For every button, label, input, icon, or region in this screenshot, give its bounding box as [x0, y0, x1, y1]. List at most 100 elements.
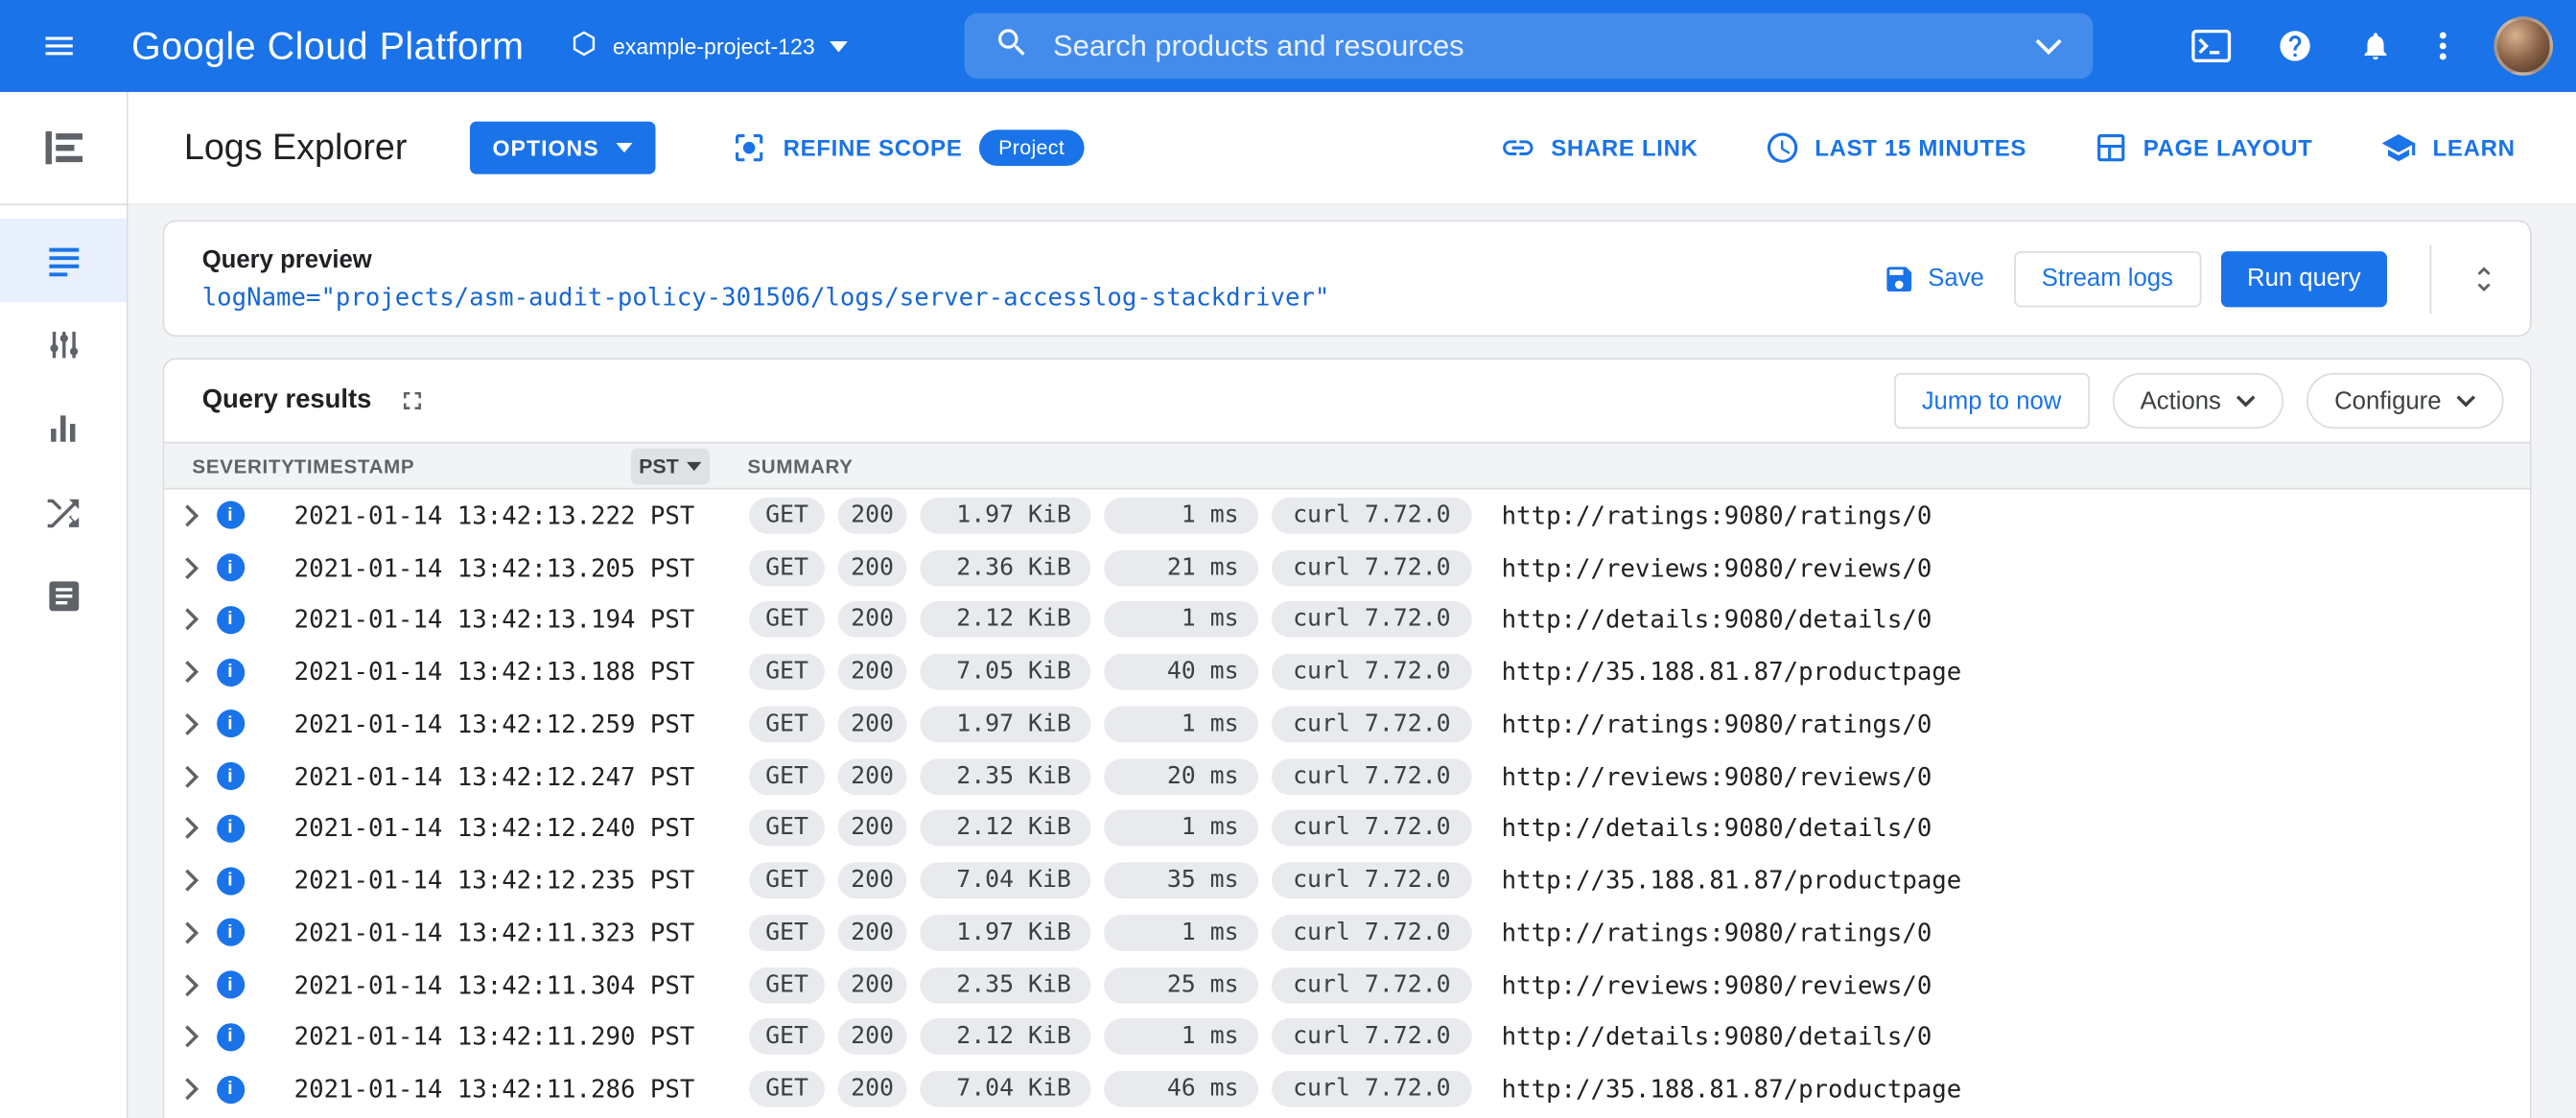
- user-agent-chip[interactable]: curl 7.72.0: [1271, 497, 1472, 534]
- expand-row-chevron-icon[interactable]: [173, 556, 209, 579]
- sidebar-item-logs-metrics[interactable]: [0, 386, 127, 470]
- http-status-chip[interactable]: 200: [837, 757, 907, 795]
- help-icon[interactable]: [2277, 28, 2313, 64]
- refine-scope-button[interactable]: REFINE SCOPE Project: [731, 129, 1085, 167]
- sidebar-item-logs-dashboard[interactable]: [0, 302, 127, 385]
- search-bar[interactable]: [964, 12, 2094, 80]
- learn-button[interactable]: LEARN: [2378, 129, 2516, 166]
- latency-chip[interactable]: 1 ms: [1104, 706, 1259, 743]
- log-row[interactable]: 2021-01-14 13:42:13.205 PST GET 200 2.36…: [164, 542, 2530, 594]
- user-agent-chip[interactable]: curl 7.72.0: [1271, 757, 1472, 795]
- response-size-chip[interactable]: 2.12 KiB: [920, 601, 1091, 639]
- notifications-bell-icon[interactable]: [2359, 28, 2392, 64]
- http-status-chip[interactable]: 200: [837, 497, 907, 534]
- response-size-chip[interactable]: 7.05 KiB: [920, 653, 1091, 690]
- response-size-chip[interactable]: 1.97 KiB: [920, 497, 1091, 534]
- expand-row-chevron-icon[interactable]: [173, 765, 209, 788]
- user-agent-chip[interactable]: curl 7.72.0: [1271, 1018, 1472, 1056]
- response-size-chip[interactable]: 1.97 KiB: [920, 914, 1091, 951]
- response-size-chip[interactable]: 1.97 KiB: [920, 706, 1091, 743]
- time-range-button[interactable]: LAST 15 MINUTES: [1764, 129, 2026, 166]
- latency-chip[interactable]: 20 ms: [1104, 757, 1259, 795]
- log-row[interactable]: 2021-01-14 13:42:12.247 PST GET 200 2.35…: [164, 750, 2530, 802]
- user-agent-chip[interactable]: curl 7.72.0: [1271, 862, 1472, 899]
- log-row[interactable]: 2021-01-14 13:42:11.286 PST GET 200 7.04…: [164, 1063, 2530, 1115]
- http-method-chip[interactable]: GET: [749, 706, 825, 743]
- expand-row-chevron-icon[interactable]: [173, 973, 209, 996]
- search-dropdown-icon[interactable]: [2034, 37, 2064, 56]
- http-method-chip[interactable]: GET: [749, 810, 825, 847]
- avatar[interactable]: [2494, 16, 2554, 76]
- jump-to-now-button[interactable]: Jump to now: [1893, 372, 2090, 430]
- latency-chip[interactable]: 25 ms: [1104, 967, 1259, 1004]
- fullscreen-icon[interactable]: [394, 383, 431, 419]
- http-method-chip[interactable]: GET: [749, 601, 825, 639]
- expand-row-chevron-icon[interactable]: [173, 504, 209, 527]
- http-method-chip[interactable]: GET: [749, 653, 825, 690]
- http-status-chip[interactable]: 200: [837, 601, 907, 639]
- user-agent-chip[interactable]: curl 7.72.0: [1271, 967, 1472, 1004]
- log-row[interactable]: 2021-01-14 13:42:12.240 PST GET 200 2.12…: [164, 803, 2530, 854]
- sidebar-item-logs-storage[interactable]: [0, 553, 127, 637]
- latency-chip[interactable]: 35 ms: [1104, 862, 1259, 899]
- expand-row-chevron-icon[interactable]: [173, 1078, 209, 1101]
- kebab-menu-icon[interactable]: [2438, 28, 2447, 64]
- http-method-chip[interactable]: GET: [749, 914, 825, 951]
- latency-chip[interactable]: 40 ms: [1104, 653, 1259, 690]
- log-row[interactable]: 2021-01-14 13:42:11.304 PST GET 200 2.35…: [164, 959, 2530, 1011]
- query-text[interactable]: logName="projects/asm-audit-policy-30150…: [202, 282, 1883, 312]
- sidebar-item-logs-explorer[interactable]: [0, 218, 127, 303]
- http-method-chip[interactable]: GET: [749, 757, 825, 795]
- project-switcher[interactable]: example-project-123: [570, 30, 848, 62]
- response-size-chip[interactable]: 7.04 KiB: [920, 1071, 1091, 1107]
- menu-icon[interactable]: [39, 26, 79, 65]
- http-status-chip[interactable]: 200: [837, 549, 907, 586]
- latency-chip[interactable]: 1 ms: [1104, 601, 1259, 639]
- user-agent-chip[interactable]: curl 7.72.0: [1271, 653, 1472, 690]
- expand-row-chevron-icon[interactable]: [173, 817, 209, 840]
- latency-chip[interactable]: 1 ms: [1104, 914, 1259, 951]
- expand-row-chevron-icon[interactable]: [173, 608, 209, 631]
- log-row[interactable]: 2021-01-14 13:42:13.194 PST GET 200 2.12…: [164, 594, 2530, 645]
- latency-chip[interactable]: 21 ms: [1104, 549, 1259, 586]
- expand-row-chevron-icon[interactable]: [173, 1026, 209, 1049]
- log-row[interactable]: 2021-01-14 13:42:13.188 PST GET 200 7.05…: [164, 646, 2530, 698]
- response-size-chip[interactable]: 2.35 KiB: [920, 757, 1091, 795]
- page-layout-button[interactable]: PAGE LAYOUT: [2093, 129, 2313, 166]
- response-size-chip[interactable]: 2.12 KiB: [920, 810, 1091, 847]
- latency-chip[interactable]: 1 ms: [1104, 497, 1259, 534]
- user-agent-chip[interactable]: curl 7.72.0: [1271, 1071, 1472, 1107]
- expand-row-chevron-icon[interactable]: [173, 921, 209, 944]
- configure-button[interactable]: Configure: [2306, 372, 2504, 430]
- http-method-chip[interactable]: GET: [749, 967, 825, 1004]
- http-method-chip[interactable]: GET: [749, 549, 825, 586]
- response-size-chip[interactable]: 2.35 KiB: [920, 967, 1091, 1004]
- http-method-chip[interactable]: GET: [749, 497, 825, 534]
- log-row[interactable]: 2021-01-14 13:42:11.290 PST GET 200 2.12…: [164, 1011, 2530, 1062]
- expand-row-chevron-icon[interactable]: [173, 869, 209, 892]
- http-status-chip[interactable]: 200: [837, 653, 907, 690]
- save-button[interactable]: Save: [1882, 262, 1984, 294]
- expand-editor-icon[interactable]: [2461, 255, 2507, 301]
- options-button[interactable]: OPTIONS: [469, 121, 656, 175]
- http-method-chip[interactable]: GET: [749, 1018, 825, 1056]
- user-agent-chip[interactable]: curl 7.72.0: [1271, 549, 1472, 586]
- search-input[interactable]: [1053, 28, 2011, 63]
- user-agent-chip[interactable]: curl 7.72.0: [1271, 601, 1472, 639]
- http-method-chip[interactable]: GET: [749, 1071, 825, 1107]
- expand-row-chevron-icon[interactable]: [173, 712, 209, 735]
- expand-row-chevron-icon[interactable]: [173, 661, 209, 684]
- latency-chip[interactable]: 1 ms: [1104, 810, 1259, 847]
- user-agent-chip[interactable]: curl 7.72.0: [1271, 914, 1472, 951]
- http-status-chip[interactable]: 200: [837, 914, 907, 951]
- actions-button[interactable]: Actions: [2112, 372, 2283, 430]
- latency-chip[interactable]: 1 ms: [1104, 1018, 1259, 1056]
- response-size-chip[interactable]: 2.12 KiB: [920, 1018, 1091, 1056]
- sidebar-item-logging-home[interactable]: [0, 92, 127, 206]
- http-status-chip[interactable]: 200: [837, 810, 907, 847]
- latency-chip[interactable]: 46 ms: [1104, 1071, 1259, 1107]
- sidebar-item-logs-router[interactable]: [0, 470, 127, 553]
- share-link-button[interactable]: SHARE LINK: [1500, 129, 1698, 166]
- log-row[interactable]: 2021-01-14 13:42:12.235 PST GET 200 7.04…: [164, 854, 2530, 906]
- http-status-chip[interactable]: 200: [837, 1018, 907, 1056]
